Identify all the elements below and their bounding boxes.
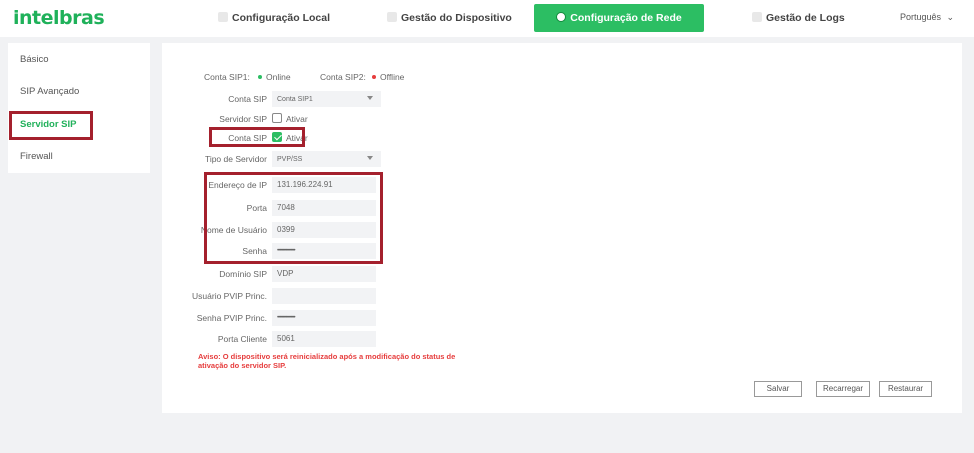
conta-sip-enable-checkbox[interactable] (272, 132, 282, 142)
dominio-sip-input[interactable]: VDP (272, 266, 376, 282)
tab-label: Configuração Local (232, 12, 331, 24)
usuario-pvip-input[interactable] (272, 288, 376, 304)
sip2-status-value: Offline (380, 72, 405, 82)
conta-sip-enable-label: Conta SIP (228, 133, 267, 143)
sidebar-item-basico[interactable]: Básico (8, 50, 150, 70)
sidebar-item-servidor-sip[interactable]: Servidor SIP (8, 115, 150, 135)
tipo-servidor-value: PVP/SS (277, 156, 303, 163)
language-label: Português (900, 12, 942, 22)
online-status-dot (258, 75, 262, 79)
chevron-down-icon (367, 156, 373, 160)
chevron-down-icon (367, 96, 373, 100)
warning-message: Aviso: O dispositivo será reinicializado… (198, 352, 456, 370)
sidebar-item-sip-avancado[interactable]: SIP Avançado (8, 82, 150, 102)
tab-label: Gestão do Dispositivo (401, 12, 512, 24)
sip2-status-label: Conta SIP2: (320, 72, 366, 82)
main-content: Conta SIP1: Online Conta SIP2: Offline C… (162, 43, 962, 413)
servidor-sip-option: Ativar (286, 114, 308, 124)
nome-usuario-label: Nome de Usuário (200, 225, 267, 235)
tipo-servidor-label: Tipo de Servidor (204, 154, 267, 164)
sidebar: Básico SIP Avançado Servidor SIP Firewal… (8, 43, 150, 173)
tab-configuracao-local[interactable]: Configuração Local (218, 4, 348, 32)
offline-status-dot (372, 75, 376, 79)
dominio-sip-label: Domínio SIP (219, 269, 267, 279)
restore-button[interactable]: Restaurar (879, 381, 932, 397)
sidebar-item-firewall[interactable]: Firewall (8, 147, 150, 167)
senha-pvip-label: Senha PVIP Princ. (196, 313, 267, 323)
device-management-icon (387, 12, 397, 22)
porta-input[interactable]: 7048 (272, 200, 376, 216)
save-button[interactable]: Salvar (754, 381, 802, 397)
conta-sip-select[interactable]: Conta SIP1 (272, 91, 381, 107)
sip1-status-value: Online (266, 72, 291, 82)
chevron-down-icon: ⌄ (946, 12, 955, 22)
tab-configuracao-rede[interactable]: Configuração de Rede (534, 4, 704, 32)
porta-label: Porta (246, 203, 267, 213)
porta-cliente-label: Porta Cliente (217, 334, 267, 344)
senha-label: Senha (242, 246, 267, 256)
conta-sip-value: Conta SIP1 (277, 96, 313, 103)
conta-sip-enable-option: Ativar (286, 133, 308, 143)
endereco-ip-input[interactable]: 131.196.224.91 (272, 177, 376, 193)
tab-label: Gestão de Logs (766, 12, 845, 24)
servidor-sip-checkbox[interactable] (272, 113, 282, 123)
endereco-ip-label: Endereço de IP (208, 180, 267, 190)
local-config-icon (218, 12, 228, 22)
senha-pvip-input[interactable]: •••••••••••••••• (272, 310, 376, 326)
logs-icon (752, 12, 762, 22)
language-selector[interactable]: Português ⌄ (900, 12, 954, 23)
senha-input[interactable]: •••••••••••••••• (272, 243, 376, 259)
servidor-sip-label: Servidor SIP (219, 114, 267, 124)
top-navigation-bar: intelbras Configuração Local Gestão do D… (0, 0, 974, 37)
tab-label: Configuração de Rede (570, 12, 682, 24)
tab-gestao-logs[interactable]: Gestão de Logs (752, 4, 852, 32)
network-config-icon (556, 12, 567, 22)
reload-button[interactable]: Recarregar (816, 381, 870, 397)
porta-cliente-input[interactable]: 5061 (272, 331, 376, 347)
nome-usuario-input[interactable]: 0399 (272, 222, 376, 238)
usuario-pvip-label: Usuário PVIP Princ. (192, 291, 267, 301)
tab-gestao-dispositivo[interactable]: Gestão do Dispositivo (387, 4, 527, 32)
tipo-servidor-select[interactable]: PVP/SS (272, 151, 381, 167)
conta-sip-label: Conta SIP (228, 94, 267, 104)
intelbras-logo: intelbras (13, 7, 105, 29)
sip1-status-label: Conta SIP1: (204, 72, 250, 82)
